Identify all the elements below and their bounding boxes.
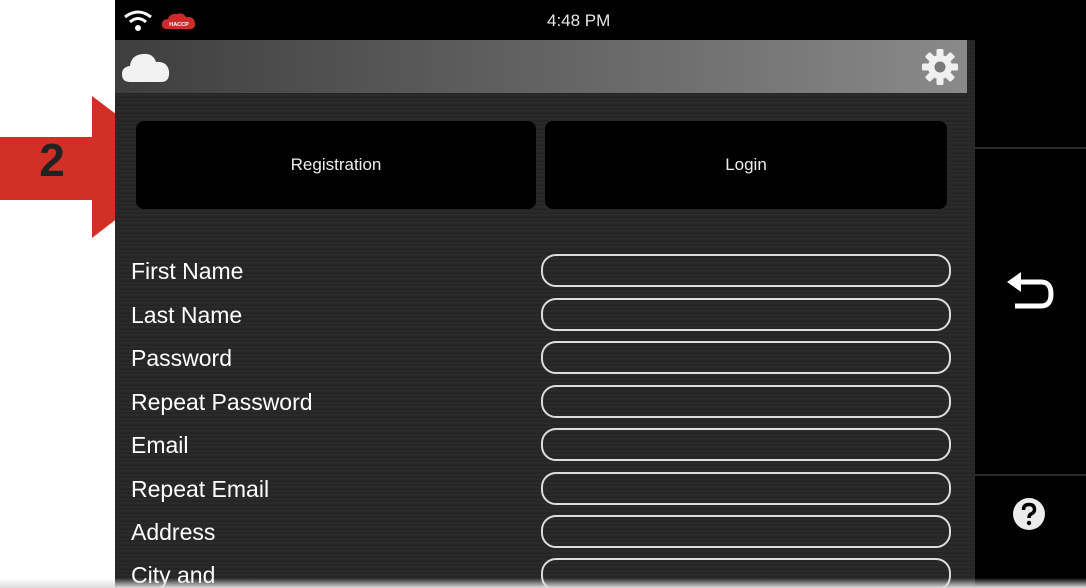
address-row: Address xyxy=(131,515,951,551)
tab-login[interactable]: Login xyxy=(545,121,947,209)
tab-registration[interactable]: Registration xyxy=(136,121,536,209)
registration-screen: Registration Login First Name Last Name … xyxy=(115,40,975,588)
back-arrow-icon[interactable] xyxy=(1005,272,1055,316)
side-panel xyxy=(975,0,1086,588)
address-label: Address xyxy=(131,519,216,545)
first-name-row: First Name xyxy=(131,254,951,290)
password-row: Password xyxy=(131,341,951,377)
device-screen: HACCP 4:48 PM Registration Login First N… xyxy=(115,0,1086,588)
haccp-badge-icon: HACCP xyxy=(161,13,196,29)
repeat-email-label: Repeat Email xyxy=(131,476,270,502)
last-name-row: Last Name xyxy=(131,298,951,334)
top-bar xyxy=(115,40,967,93)
cloud-icon[interactable] xyxy=(121,48,171,84)
side-divider xyxy=(975,474,1086,476)
last-name-input[interactable] xyxy=(541,298,951,331)
first-name-label: First Name xyxy=(131,258,244,284)
wifi-icon xyxy=(124,10,152,31)
gear-icon[interactable] xyxy=(921,48,959,86)
repeat-password-input[interactable] xyxy=(541,385,951,418)
repeat-password-row: Repeat Password xyxy=(131,385,951,421)
password-input[interactable] xyxy=(541,341,951,374)
repeat-password-label: Repeat Password xyxy=(131,389,313,415)
bottom-edge xyxy=(0,578,1086,588)
address-input[interactable] xyxy=(541,515,951,548)
haccp-badge-text: HACCP xyxy=(169,22,189,28)
first-name-input[interactable] xyxy=(541,254,951,287)
side-divider xyxy=(975,147,1086,149)
password-label: Password xyxy=(131,345,232,371)
tab-registration-label: Registration xyxy=(290,155,382,174)
annotation-step-number: 2 xyxy=(39,134,65,186)
email-row: Email xyxy=(131,428,951,464)
tab-login-label: Login xyxy=(725,155,767,174)
repeat-email-row: Repeat Email xyxy=(131,472,951,508)
last-name-label: Last Name xyxy=(131,302,243,328)
status-bar: HACCP 4:48 PM xyxy=(115,0,975,40)
email-label: Email xyxy=(131,432,189,458)
repeat-email-input[interactable] xyxy=(541,472,951,505)
email-input[interactable] xyxy=(541,428,951,461)
help-icon[interactable] xyxy=(1011,496,1047,532)
status-time: 4:48 PM xyxy=(547,11,611,30)
